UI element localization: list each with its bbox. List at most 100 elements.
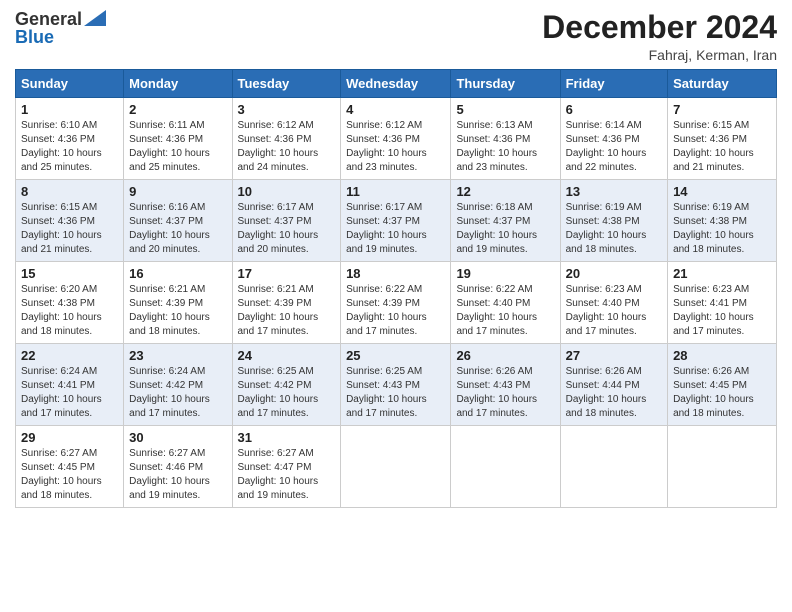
day-info: Sunrise: 6:12 AMSunset: 4:36 PMDaylight:… (346, 120, 427, 173)
calendar-week-row: 22Sunrise: 6:24 AMSunset: 4:41 PMDayligh… (16, 344, 777, 426)
day-info: Sunrise: 6:24 AMSunset: 4:41 PMDaylight:… (21, 366, 102, 419)
day-number: 2 (129, 102, 226, 117)
calendar-table: Sunday Monday Tuesday Wednesday Thursday… (15, 69, 777, 508)
day-number: 27 (566, 348, 662, 363)
calendar-cell: 4 Sunrise: 6:12 AMSunset: 4:36 PMDaylight… (341, 98, 451, 180)
day-info: Sunrise: 6:10 AMSunset: 4:36 PMDaylight:… (21, 120, 102, 173)
day-number: 16 (129, 266, 226, 281)
day-info: Sunrise: 6:13 AMSunset: 4:36 PMDaylight:… (456, 120, 537, 173)
calendar-cell: 13 Sunrise: 6:19 AMSunset: 4:38 PMDayligh… (560, 180, 667, 262)
col-saturday: Saturday (668, 70, 777, 98)
day-number: 17 (238, 266, 336, 281)
calendar-cell: 10 Sunrise: 6:17 AMSunset: 4:37 PMDayligh… (232, 180, 341, 262)
day-number: 10 (238, 184, 336, 199)
day-number: 28 (673, 348, 771, 363)
day-info: Sunrise: 6:12 AMSunset: 4:36 PMDaylight:… (238, 120, 319, 173)
calendar-cell (451, 426, 560, 508)
day-info: Sunrise: 6:15 AMSunset: 4:36 PMDaylight:… (673, 120, 754, 173)
day-info: Sunrise: 6:14 AMSunset: 4:36 PMDaylight:… (566, 120, 647, 173)
day-info: Sunrise: 6:15 AMSunset: 4:36 PMDaylight:… (21, 202, 102, 255)
calendar-cell: 9 Sunrise: 6:16 AMSunset: 4:37 PMDaylight… (124, 180, 232, 262)
calendar-week-row: 1 Sunrise: 6:10 AMSunset: 4:36 PMDaylight… (16, 98, 777, 180)
calendar-cell: 3Sunrise: 6:12 AMSunset: 4:36 PMDaylight… (232, 98, 341, 180)
day-info: Sunrise: 6:24 AMSunset: 4:42 PMDaylight:… (129, 366, 210, 419)
day-info: Sunrise: 6:23 AMSunset: 4:40 PMDaylight:… (566, 284, 647, 337)
day-number: 23 (129, 348, 226, 363)
day-number: 26 (456, 348, 554, 363)
day-info: Sunrise: 6:18 AMSunset: 4:37 PMDaylight:… (456, 202, 537, 255)
day-info: Sunrise: 6:26 AMSunset: 4:44 PMDaylight:… (566, 366, 647, 419)
day-number: 19 (456, 266, 554, 281)
col-friday: Friday (560, 70, 667, 98)
calendar-week-row: 8Sunrise: 6:15 AMSunset: 4:36 PMDaylight… (16, 180, 777, 262)
calendar-cell: 16 Sunrise: 6:21 AMSunset: 4:39 PMDayligh… (124, 262, 232, 344)
day-info: Sunrise: 6:27 AMSunset: 4:47 PMDaylight:… (238, 448, 319, 501)
calendar-cell: 18Sunrise: 6:22 AMSunset: 4:39 PMDayligh… (341, 262, 451, 344)
calendar-cell: 5 Sunrise: 6:13 AMSunset: 4:36 PMDaylight… (451, 98, 560, 180)
day-number: 31 (238, 430, 336, 445)
day-number: 29 (21, 430, 118, 445)
calendar-cell: 29 Sunrise: 6:27 AMSunset: 4:45 PMDayligh… (16, 426, 124, 508)
day-number: 5 (456, 102, 554, 117)
day-info: Sunrise: 6:16 AMSunset: 4:37 PMDaylight:… (129, 202, 210, 255)
day-number: 13 (566, 184, 662, 199)
calendar-cell: 14 Sunrise: 6:19 AMSunset: 4:38 PMDayligh… (668, 180, 777, 262)
logo-blue: Blue (15, 28, 54, 48)
day-info: Sunrise: 6:26 AMSunset: 4:43 PMDaylight:… (456, 366, 537, 419)
calendar-week-row: 15Sunrise: 6:20 AMSunset: 4:38 PMDayligh… (16, 262, 777, 344)
calendar-cell (668, 426, 777, 508)
col-wednesday: Wednesday (341, 70, 451, 98)
day-info: Sunrise: 6:17 AMSunset: 4:37 PMDaylight:… (346, 202, 427, 255)
subtitle: Fahraj, Kerman, Iran (542, 47, 777, 63)
col-sunday: Sunday (16, 70, 124, 98)
day-number: 15 (21, 266, 118, 281)
day-info: Sunrise: 6:22 AMSunset: 4:39 PMDaylight:… (346, 284, 427, 337)
calendar-cell: 2Sunrise: 6:11 AMSunset: 4:36 PMDaylight… (124, 98, 232, 180)
col-thursday: Thursday (451, 70, 560, 98)
day-number: 1 (21, 102, 118, 117)
calendar-cell: 1 Sunrise: 6:10 AMSunset: 4:36 PMDaylight… (16, 98, 124, 180)
col-monday: Monday (124, 70, 232, 98)
page: General Blue December 2024 Fahraj, Kerma… (0, 0, 792, 612)
day-number: 7 (673, 102, 771, 117)
day-info: Sunrise: 6:19 AMSunset: 4:38 PMDaylight:… (673, 202, 754, 255)
title-block: December 2024 Fahraj, Kerman, Iran (542, 10, 777, 63)
day-info: Sunrise: 6:25 AMSunset: 4:43 PMDaylight:… (346, 366, 427, 419)
calendar-cell: 17 Sunrise: 6:21 AMSunset: 4:39 PMDayligh… (232, 262, 341, 344)
day-info: Sunrise: 6:27 AMSunset: 4:45 PMDaylight:… (21, 448, 102, 501)
day-number: 6 (566, 102, 662, 117)
day-info: Sunrise: 6:25 AMSunset: 4:42 PMDaylight:… (238, 366, 319, 419)
calendar-cell: 15Sunrise: 6:20 AMSunset: 4:38 PMDayligh… (16, 262, 124, 344)
calendar-cell: 30 Sunrise: 6:27 AMSunset: 4:46 PMDayligh… (124, 426, 232, 508)
calendar-cell: 27 Sunrise: 6:26 AMSunset: 4:44 PMDayligh… (560, 344, 667, 426)
calendar-cell: 21Sunrise: 6:23 AMSunset: 4:41 PMDayligh… (668, 262, 777, 344)
calendar-cell: 23 Sunrise: 6:24 AMSunset: 4:42 PMDayligh… (124, 344, 232, 426)
calendar-cell (341, 426, 451, 508)
day-info: Sunrise: 6:19 AMSunset: 4:38 PMDaylight:… (566, 202, 647, 255)
calendar-cell (560, 426, 667, 508)
calendar-cell: 28 Sunrise: 6:26 AMSunset: 4:45 PMDayligh… (668, 344, 777, 426)
day-number: 4 (346, 102, 445, 117)
logo: General Blue (15, 10, 106, 48)
calendar-cell: 20 Sunrise: 6:23 AMSunset: 4:40 PMDayligh… (560, 262, 667, 344)
day-info: Sunrise: 6:21 AMSunset: 4:39 PMDaylight:… (129, 284, 210, 337)
day-number: 14 (673, 184, 771, 199)
header: General Blue December 2024 Fahraj, Kerma… (15, 10, 777, 63)
day-number: 9 (129, 184, 226, 199)
day-info: Sunrise: 6:21 AMSunset: 4:39 PMDaylight:… (238, 284, 319, 337)
day-number: 20 (566, 266, 662, 281)
calendar-cell: 6 Sunrise: 6:14 AMSunset: 4:36 PMDaylight… (560, 98, 667, 180)
calendar-cell: 12 Sunrise: 6:18 AMSunset: 4:37 PMDayligh… (451, 180, 560, 262)
calendar-week-row: 29 Sunrise: 6:27 AMSunset: 4:45 PMDayligh… (16, 426, 777, 508)
day-info: Sunrise: 6:27 AMSunset: 4:46 PMDaylight:… (129, 448, 210, 501)
day-info: Sunrise: 6:26 AMSunset: 4:45 PMDaylight:… (673, 366, 754, 419)
day-info: Sunrise: 6:17 AMSunset: 4:37 PMDaylight:… (238, 202, 319, 255)
day-number: 25 (346, 348, 445, 363)
calendar-cell: 25 Sunrise: 6:25 AMSunset: 4:43 PMDayligh… (341, 344, 451, 426)
day-number: 30 (129, 430, 226, 445)
day-info: Sunrise: 6:22 AMSunset: 4:40 PMDaylight:… (456, 284, 537, 337)
calendar-cell: 11 Sunrise: 6:17 AMSunset: 4:37 PMDayligh… (341, 180, 451, 262)
calendar-cell: 31 Sunrise: 6:27 AMSunset: 4:47 PMDayligh… (232, 426, 341, 508)
day-number: 11 (346, 184, 445, 199)
day-number: 12 (456, 184, 554, 199)
